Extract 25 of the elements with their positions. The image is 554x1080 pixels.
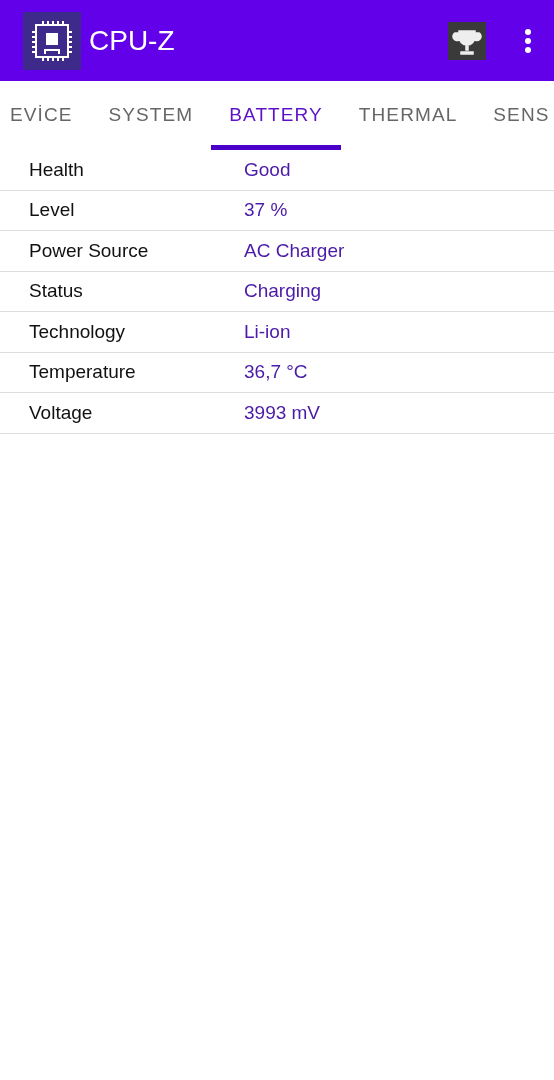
property-value: 37 % [244, 199, 288, 222]
property-value: Charging [244, 280, 322, 303]
property-label: Status [28, 280, 84, 303]
tab[interactable]: EVİCE [10, 81, 91, 150]
chip-icon [23, 11, 81, 70]
app-title: CPU-Z [89, 24, 175, 57]
property-label: Level [28, 199, 76, 222]
property-label: Technology [28, 320, 127, 343]
property-label: Health [28, 158, 85, 181]
tab[interactable]: SYSTEM [90, 81, 212, 150]
property-value: 36,7 °C [244, 361, 308, 384]
property-value: Li-ion [244, 320, 291, 343]
property-value: 3993 mV [244, 401, 321, 424]
more-icon [524, 27, 532, 54]
property-label: Voltage [28, 401, 94, 424]
more-menu-button[interactable] [524, 27, 532, 54]
tab[interactable]: BATTERY [211, 81, 341, 150]
trophy-button[interactable] [448, 21, 486, 60]
tab[interactable]: THERMAL [340, 81, 476, 150]
property-value: AC Charger [244, 239, 345, 262]
property-value: Good [244, 158, 291, 181]
property-label: Temperature [28, 361, 137, 384]
tab[interactable]: SENS [475, 81, 554, 150]
property-label: Power Source [28, 239, 150, 262]
trophy-icon [448, 21, 486, 60]
